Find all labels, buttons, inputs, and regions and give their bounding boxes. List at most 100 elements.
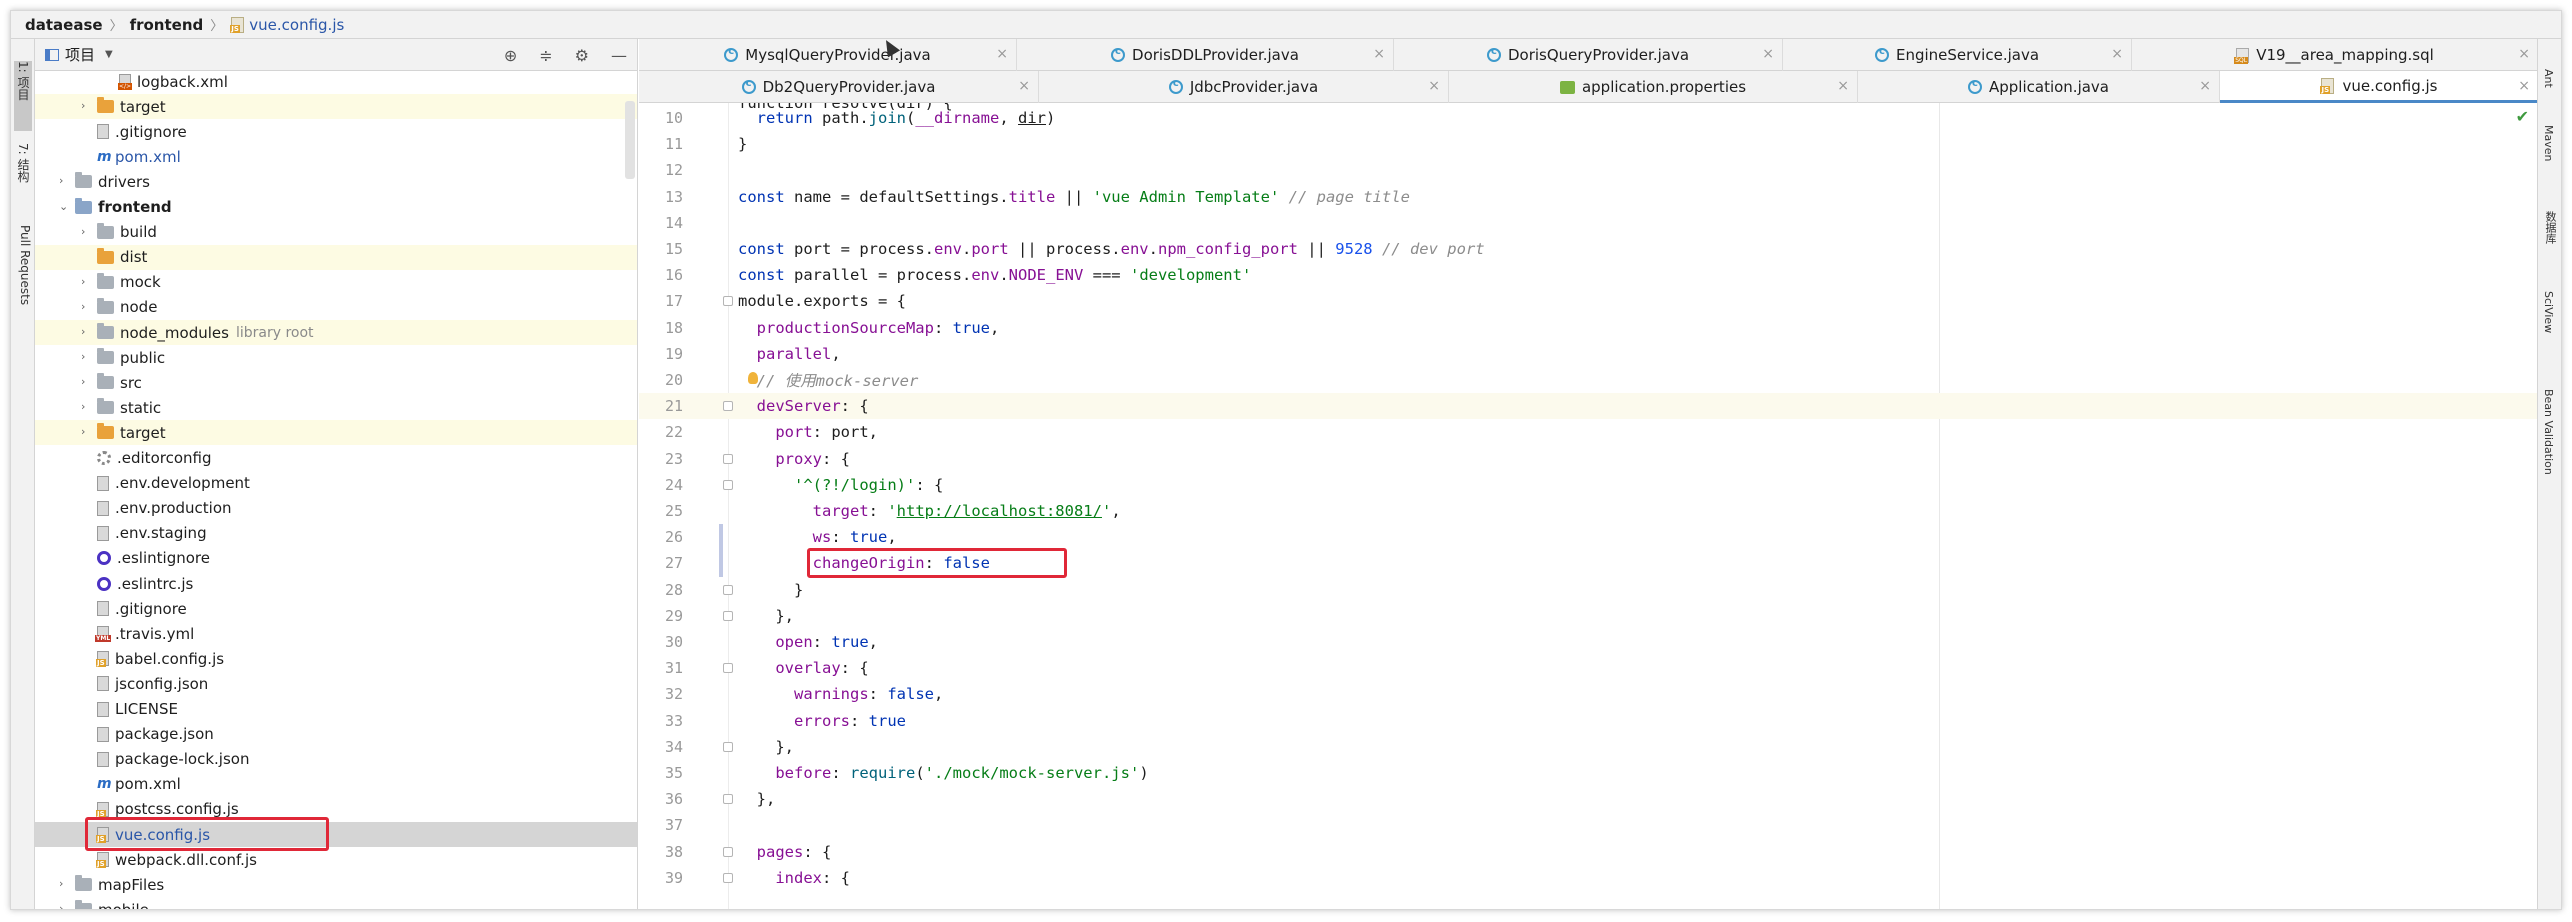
chevron-right-icon[interactable]: ›: [81, 350, 85, 363]
maven-tool-button[interactable]: Maven: [2542, 125, 2555, 185]
tree-item[interactable]: babel.config.js: [35, 646, 637, 671]
chevron-down-icon[interactable]: ⌄: [59, 200, 68, 213]
tree-item[interactable]: › build: [35, 220, 637, 245]
fold-marker-icon[interactable]: [723, 741, 733, 752]
tree-item[interactable]: › public: [35, 345, 637, 370]
chevron-right-icon[interactable]: ›: [81, 300, 85, 313]
tree-item[interactable]: m pom.xml: [35, 772, 637, 797]
breadcrumb-file[interactable]: vue.config.js: [249, 16, 344, 34]
gear-icon[interactable]: ⚙: [575, 46, 589, 65]
close-icon[interactable]: ×: [996, 46, 1008, 62]
editor-tab[interactable]: Db2QueryProvider.java ×: [639, 71, 1039, 103]
tree-item[interactable]: LICENSE: [35, 697, 637, 722]
code-line: 21 devServer: {: [639, 393, 2539, 420]
fold-marker-icon[interactable]: [723, 846, 733, 857]
close-icon[interactable]: ×: [1428, 78, 1440, 94]
tree-item[interactable]: › mapFiles: [35, 872, 637, 897]
code-editor[interactable]: function resolve(dir) { ✔ 10 return path…: [639, 103, 2539, 909]
tree-item[interactable]: jsconfig.json: [35, 671, 637, 696]
tree-item[interactable]: .eslintrc.js: [35, 571, 637, 596]
bean-validation-tool-button[interactable]: Bean Validation: [2542, 389, 2555, 509]
tree-item[interactable]: .env.development: [35, 471, 637, 496]
tree-item[interactable]: m pom.xml: [35, 144, 637, 169]
chevron-right-icon[interactable]: ›: [59, 174, 63, 187]
tree-item[interactable]: › drivers: [35, 169, 637, 194]
tree-item[interactable]: › mock: [35, 270, 637, 295]
hide-panel-icon[interactable]: —: [611, 46, 627, 65]
fold-marker-icon[interactable]: [723, 479, 733, 490]
tree-item[interactable]: › target: [35, 94, 637, 120]
editor-tab[interactable]: application.properties ×: [1449, 71, 1858, 103]
vcs-change-marker[interactable]: [719, 524, 723, 577]
chevron-right-icon[interactable]: ›: [81, 425, 85, 438]
chevron-right-icon[interactable]: ›: [59, 902, 63, 909]
chevron-down-icon[interactable]: ▼: [105, 49, 113, 60]
chevron-right-icon[interactable]: ›: [59, 877, 63, 890]
editor-tab[interactable]: EngineService.java ×: [1783, 39, 2132, 71]
project-tool-button[interactable]: 1: 项目: [14, 61, 32, 131]
breadcrumb-root[interactable]: dataease: [25, 16, 103, 34]
editor-tab[interactable]: vue.config.js ×: [2220, 71, 2539, 103]
close-icon[interactable]: ×: [2111, 46, 2123, 62]
editor-tab[interactable]: V19__area_mapping.sql ×: [2132, 39, 2539, 71]
close-icon[interactable]: ×: [1018, 78, 1030, 94]
collapse-all-icon[interactable]: ≑: [539, 46, 552, 65]
tree-item[interactable]: .env.staging: [35, 521, 637, 546]
tree-item[interactable]: .gitignore: [35, 596, 637, 621]
lightbulb-icon[interactable]: [748, 372, 758, 385]
tree-item[interactable]: ⌄ frontend: [35, 195, 637, 220]
tree-item[interactable]: .editorconfig: [35, 446, 637, 471]
ant-tool-button[interactable]: Ant: [2542, 69, 2555, 99]
tree-item[interactable]: logback.xml: [35, 69, 637, 94]
tree-item[interactable]: › target: [35, 420, 637, 446]
tree-item[interactable]: › node_modules library root: [35, 320, 637, 345]
tree-item[interactable]: package.json: [35, 722, 637, 747]
tree-item[interactable]: .travis.yml: [35, 621, 637, 646]
tree-item[interactable]: .eslintignore: [35, 546, 637, 571]
fold-marker-icon[interactable]: [723, 401, 733, 412]
chevron-right-icon[interactable]: ›: [81, 225, 85, 238]
fold-marker-icon[interactable]: [723, 794, 733, 805]
close-icon[interactable]: ×: [2199, 78, 2211, 94]
fold-marker-icon[interactable]: [723, 872, 733, 883]
tree-item[interactable]: dist: [35, 244, 637, 270]
chevron-right-icon[interactable]: ›: [81, 375, 85, 388]
fold-marker-icon[interactable]: [723, 610, 733, 621]
project-panel-title[interactable]: 项目: [65, 44, 95, 65]
code-line: 37: [639, 812, 2539, 838]
tree-item[interactable]: › mobile: [35, 897, 637, 909]
editor-tab[interactable]: Application.java ×: [1858, 71, 2220, 103]
close-icon[interactable]: ×: [1837, 78, 1849, 94]
highlight-box: [85, 817, 329, 851]
database-tool-button[interactable]: 数据库: [2542, 211, 2558, 261]
fold-marker-icon[interactable]: [723, 453, 733, 464]
sciview-tool-button[interactable]: SciView: [2542, 291, 2555, 355]
tree-item[interactable]: › node: [35, 295, 637, 320]
close-icon[interactable]: ×: [2518, 46, 2530, 62]
close-icon[interactable]: ×: [1762, 46, 1774, 62]
chevron-right-icon[interactable]: ›: [81, 325, 85, 338]
line-number: 28: [664, 580, 683, 599]
editor-tab[interactable]: JdbcProvider.java ×: [1039, 71, 1449, 103]
tree-item[interactable]: package-lock.json: [35, 747, 637, 772]
chevron-right-icon[interactable]: ›: [81, 275, 85, 288]
structure-tool-button[interactable]: 7: 结构: [14, 143, 32, 207]
editor-tab[interactable]: DorisQueryProvider.java ×: [1394, 39, 1783, 71]
close-icon[interactable]: ×: [2518, 78, 2530, 94]
chevron-right-icon[interactable]: ›: [81, 99, 85, 112]
fold-marker-icon[interactable]: [723, 663, 733, 674]
fold-marker-icon[interactable]: [723, 584, 733, 595]
chevron-right-icon[interactable]: ›: [81, 400, 85, 413]
locate-icon[interactable]: ⊕: [504, 46, 517, 65]
fold-marker-icon[interactable]: [723, 296, 733, 307]
editor-tab[interactable]: MysqlQueryProvider.java ×: [639, 39, 1017, 71]
editor-tab[interactable]: DorisDDLProvider.java ×: [1017, 39, 1394, 71]
breadcrumb-folder[interactable]: frontend: [130, 16, 204, 34]
tree-item[interactable]: .gitignore: [35, 119, 637, 144]
tree-scrollbar[interactable]: [625, 101, 635, 179]
tree-item[interactable]: › static: [35, 395, 637, 420]
pull-requests-tool-button[interactable]: Pull Requests: [14, 225, 32, 335]
tree-item[interactable]: › src: [35, 370, 637, 395]
tree-item[interactable]: .env.production: [35, 496, 637, 521]
close-icon[interactable]: ×: [1373, 46, 1385, 62]
